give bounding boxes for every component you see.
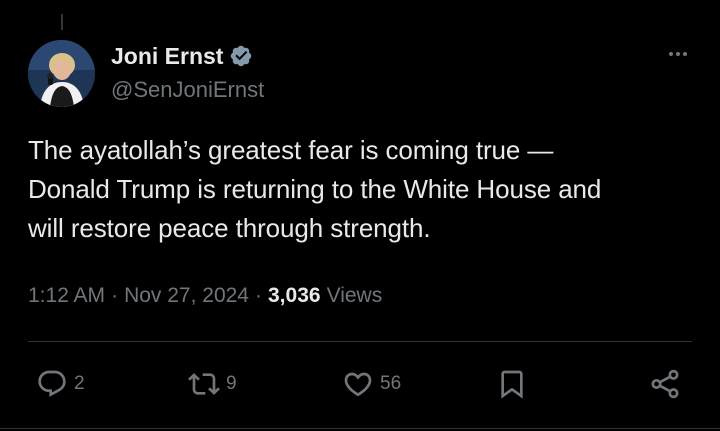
reply-icon [38, 370, 66, 397]
tweet-date[interactable]: Nov 27, 2024 [124, 284, 249, 308]
author-display-name[interactable]: Joni Ernst [111, 43, 223, 70]
divider [28, 341, 692, 342]
tweet-text-line: Donald Trump is returning to the White H… [28, 174, 602, 204]
views-label[interactable]: Views [327, 284, 383, 308]
share-icon [651, 369, 679, 399]
bookmark-icon [501, 370, 523, 399]
repost-count: 9 [226, 373, 237, 394]
author-handle[interactable]: @SenJoniErnst [111, 77, 264, 103]
verified-badge-icon [229, 44, 253, 68]
reply-button[interactable]: 2 [36, 362, 85, 406]
action-bar: 2 9 56 [0, 362, 720, 406]
author-name-row[interactable]: Joni Ernst [111, 41, 253, 71]
views-count[interactable]: 3,036 [268, 284, 321, 308]
tweet-text-line: will restore peace through strength. [28, 213, 431, 243]
more-dots-icon [669, 52, 673, 56]
meta-separator: · [111, 284, 119, 307]
more-options-button[interactable] [660, 42, 696, 66]
like-button[interactable]: 56 [342, 362, 401, 406]
tweet-meta: 1:12 AM · Nov 27, 2024 · 3,036 Views [28, 284, 382, 308]
repost-icon [188, 373, 220, 395]
bookmark-button[interactable] [496, 362, 528, 406]
heart-icon [344, 372, 372, 397]
bottom-border [0, 428, 720, 429]
repost-button[interactable]: 9 [188, 362, 237, 406]
tweet-time[interactable]: 1:12 AM [28, 284, 105, 308]
like-count: 56 [380, 373, 402, 394]
tweet-text-line: The ayatollah’s greatest fear is coming … [28, 135, 554, 165]
reply-count: 2 [74, 373, 85, 394]
tweet-text: The ayatollah’s greatest fear is coming … [28, 131, 698, 248]
avatar[interactable] [28, 40, 95, 107]
meta-separator: · [255, 284, 262, 307]
share-button[interactable] [648, 362, 682, 406]
thread-connector-line [61, 14, 63, 30]
avatar-photo [28, 40, 95, 107]
